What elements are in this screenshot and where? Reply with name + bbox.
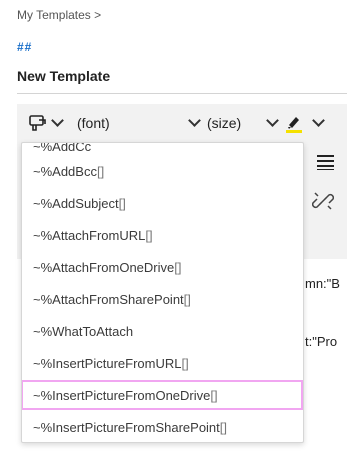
dropdown-item-label: ~%AttachFromURL — [33, 227, 146, 243]
dropdown-item-brackets: [] — [219, 419, 228, 435]
font-dropdown[interactable]: (font) — [77, 104, 201, 142]
dropdown-item[interactable]: ~%AttachFromURL[] — [22, 220, 303, 250]
dropdown-item-brackets: [] — [174, 259, 182, 275]
dropdown-item[interactable]: ~%InsertPictureFromOneDrive[] — [22, 380, 303, 410]
dropdown-item-label: ~%AttachFromSharePoint — [33, 291, 184, 307]
dropdown-item-brackets: [] — [96, 163, 105, 179]
breadcrumb[interactable]: My Templates > — [17, 8, 101, 22]
template-name-field[interactable]: New Template — [17, 66, 339, 90]
formatting-toolbar: (font) (size) — [17, 104, 347, 142]
chevron-down-icon — [188, 114, 201, 127]
editor-content-fragment: t:"Pro — [305, 334, 338, 349]
highlighter-icon — [286, 117, 302, 133]
dropdown-item[interactable]: ~%AttachFromOneDrive[] — [22, 252, 303, 282]
name-field-underline — [17, 93, 347, 94]
chevron-down-icon — [266, 114, 279, 127]
dropdown-item[interactable]: ~%AddSubject[] — [22, 188, 303, 218]
dropdown-item-label: ~%AttachFromOneDrive — [33, 259, 175, 275]
size-dropdown[interactable]: (size) — [207, 104, 279, 142]
dropdown-item-label: ~%AddSubject — [33, 195, 119, 211]
dropdown-item-label: ~%InsertPictureFromSharePoint — [33, 419, 220, 435]
dropdown-item-brackets: [] — [118, 195, 126, 211]
size-value: (size) — [207, 115, 242, 131]
dropdown-item-label: ~%InsertPictureFromURL — [33, 355, 182, 371]
align-justify-icon[interactable] — [317, 154, 335, 170]
dropdown-item-label: ~%WhatToAttach — [33, 323, 134, 339]
editor-content-fragment: mn:"B — [305, 276, 340, 291]
format-painter-icon — [29, 115, 46, 131]
unlink-icon[interactable] — [312, 190, 334, 212]
dropdown-item-label: ~%InsertPictureFromOneDrive — [33, 387, 211, 403]
highlight-color-button[interactable] — [284, 104, 330, 142]
dropdown-item-brackets: [] — [181, 355, 189, 371]
macro-dropdown-list[interactable]: ~%AddCc ~%AddBcc[] ~%AddSubject[] ~%Attach… — [21, 142, 304, 443]
chevron-down-icon — [312, 114, 325, 127]
dropdown-item[interactable]: ~%InsertPictureFromURL[] — [22, 348, 303, 378]
dropdown-item[interactable]: ~%AttachFromSharePoint[] — [22, 284, 303, 314]
hash-marker: ## — [17, 40, 33, 54]
dropdown-item[interactable]: ~%WhatToAttach — [22, 316, 303, 346]
dropdown-item-brackets: [] — [183, 291, 191, 307]
font-value: (font) — [77, 115, 110, 131]
dropdown-item-cut-off[interactable]: ~%AddCc — [22, 143, 303, 154]
dropdown-item-label: ~%AddBcc — [33, 163, 97, 179]
dropdown-item-brackets: [] — [210, 387, 218, 403]
dropdown-item-brackets: [] — [145, 227, 153, 243]
dropdown-item[interactable]: ~%AddBcc[] — [22, 156, 303, 186]
chevron-down-icon — [51, 114, 64, 127]
format-dropdown-button[interactable] — [27, 104, 65, 142]
dropdown-item[interactable]: ~%InsertPictureFromSharePoint[] — [22, 412, 303, 442]
